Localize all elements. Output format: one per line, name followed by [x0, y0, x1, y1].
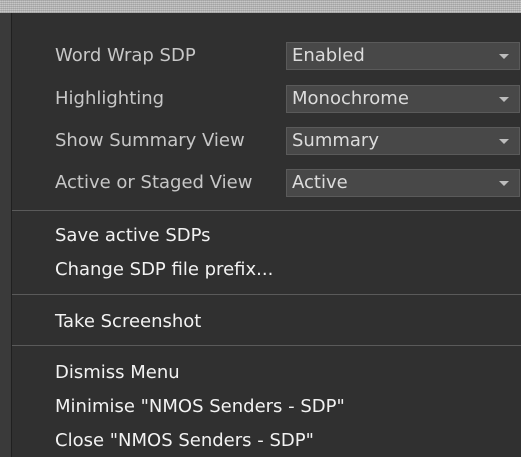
menu-separator	[12, 294, 521, 295]
word-wrap-select[interactable]: Enabled	[286, 42, 520, 70]
chevron-down-icon	[499, 97, 509, 102]
active-staged-value: Active	[292, 172, 348, 193]
word-wrap-label: Word Wrap SDP	[55, 45, 196, 66]
take-screenshot-item[interactable]: Take Screenshot	[55, 308, 495, 336]
highlighting-select[interactable]: Monochrome	[286, 85, 520, 113]
background-edge	[0, 13, 11, 457]
close-window-item[interactable]: Close "NMOS Senders - SDP"	[55, 427, 495, 455]
context-menu: Word Wrap SDP Enabled Highlighting Monoc…	[11, 13, 521, 457]
window-edge-texture	[0, 0, 521, 13]
word-wrap-value: Enabled	[292, 45, 365, 66]
chevron-down-icon	[499, 54, 509, 59]
option-row-summary-view: Show Summary View Summary	[12, 126, 521, 156]
minimise-window-item[interactable]: Minimise "NMOS Senders - SDP"	[55, 393, 495, 421]
menu-separator	[12, 210, 521, 211]
change-sdp-prefix-item[interactable]: Change SDP file prefix...	[55, 256, 495, 284]
option-row-word-wrap: Word Wrap SDP Enabled	[12, 41, 521, 71]
save-active-sdps-item[interactable]: Save active SDPs	[55, 222, 495, 250]
summary-view-select[interactable]: Summary	[286, 127, 520, 155]
chevron-down-icon	[499, 181, 509, 186]
option-row-highlighting: Highlighting Monochrome	[12, 84, 521, 114]
chevron-down-icon	[499, 139, 509, 144]
summary-view-label: Show Summary View	[55, 130, 245, 151]
option-row-active-staged: Active or Staged View Active	[12, 168, 521, 198]
highlighting-label: Highlighting	[55, 88, 165, 109]
highlighting-value: Monochrome	[292, 88, 409, 109]
active-staged-label: Active or Staged View	[55, 172, 253, 193]
dismiss-menu-item[interactable]: Dismiss Menu	[55, 359, 495, 387]
active-staged-select[interactable]: Active	[286, 169, 520, 197]
summary-view-value: Summary	[292, 130, 379, 151]
menu-separator	[12, 345, 521, 346]
